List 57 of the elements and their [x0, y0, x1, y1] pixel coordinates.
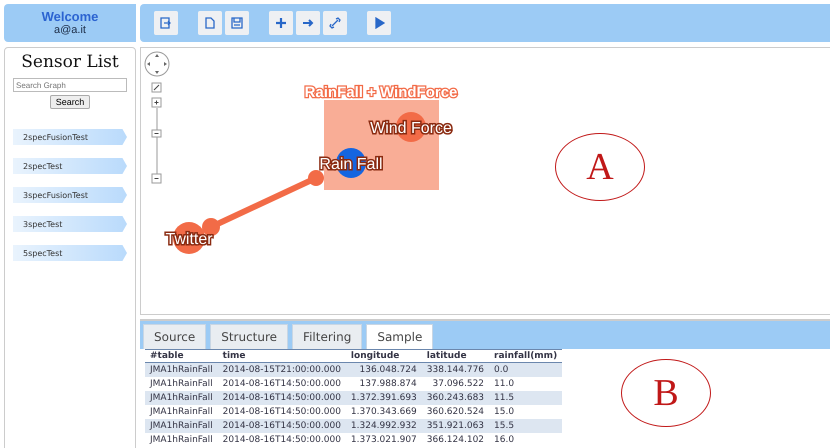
callout-label: B [621, 359, 711, 427]
table-cell: 11.0 [489, 377, 562, 391]
table-cell: 2014-08-15T21:00:00.000 [218, 362, 346, 377]
table-cell: 11.5 [489, 391, 562, 405]
sensor-item[interactable]: 2specFusionTest [13, 129, 127, 145]
table-cell: 1.324.992.932 [346, 419, 422, 433]
table-cell: 360.243.683 [422, 391, 490, 405]
sensor-item[interactable]: 3specFusionTest [13, 187, 127, 203]
table-cell: JMA1hRainFall [145, 419, 218, 433]
right-arrow-icon [302, 17, 314, 29]
play-button[interactable] [367, 11, 391, 35]
save-button[interactable] [225, 11, 249, 35]
right-arrow-button[interactable] [296, 11, 320, 35]
table-cell: JMA1hRainFall [145, 433, 218, 447]
table-cell: 1.372.391.693 [346, 391, 422, 405]
table-cell: 2014-08-16T14:50:00.000 [218, 419, 346, 433]
table-cell: 37.096.522 [422, 377, 490, 391]
table-cell: 137.988.874 [346, 377, 422, 391]
new-file-icon [204, 17, 216, 29]
table-cell: 360.620.524 [422, 405, 490, 419]
add-button[interactable] [269, 11, 293, 35]
export-icon [160, 17, 172, 29]
sidebar-title: Sensor List [21, 52, 119, 72]
play-icon [373, 17, 385, 29]
table-cell: 0.0 [489, 362, 562, 377]
user-email: a@a.it [54, 24, 86, 36]
tab[interactable]: Source [143, 324, 206, 349]
tab[interactable]: Filtering [292, 324, 362, 349]
new-file-button[interactable] [198, 11, 222, 35]
sensor-item[interactable]: 3specTest [13, 216, 127, 232]
export-button[interactable] [154, 11, 178, 35]
table-cell: 15.5 [489, 419, 562, 433]
table-cell: 2014-08-16T14:50:00.000 [218, 405, 346, 419]
table-cell: 1.370.343.669 [346, 405, 422, 419]
table-cell: 2014-08-16T14:50:00.000 [218, 377, 346, 391]
navigation-control-drawing[interactable] [144, 52, 170, 184]
column-header: time [218, 350, 346, 362]
search-button[interactable]: Search [50, 95, 90, 109]
table-cell: JMA1hRainFall [145, 362, 218, 377]
table-cell: 15.0 [489, 405, 562, 419]
welcome-title: Welcome [42, 10, 98, 24]
table-cell: 2014-08-16T14:50:00.000 [218, 391, 346, 405]
table-cell: 338.144.776 [422, 362, 490, 377]
sensor-item[interactable]: 5specTest [13, 245, 127, 261]
callout-label: A [555, 133, 645, 201]
table-cell: JMA1hRainFall [145, 391, 218, 405]
tab[interactable]: Structure [210, 324, 288, 349]
add-icon [275, 17, 287, 29]
sensor-item[interactable]: 2specTest [13, 158, 127, 174]
table-cell: 351.921.063 [422, 419, 490, 433]
search-field[interactable]: Search Graph [13, 78, 127, 92]
table-cell: JMA1hRainFall [145, 405, 218, 419]
group-label: RainFall + WindForce [304, 84, 458, 101]
table-cell: JMA1hRainFall [145, 377, 218, 391]
save-icon [231, 17, 243, 29]
table-cell: 136.048.724 [346, 362, 422, 377]
tab[interactable]: Sample [366, 324, 434, 349]
